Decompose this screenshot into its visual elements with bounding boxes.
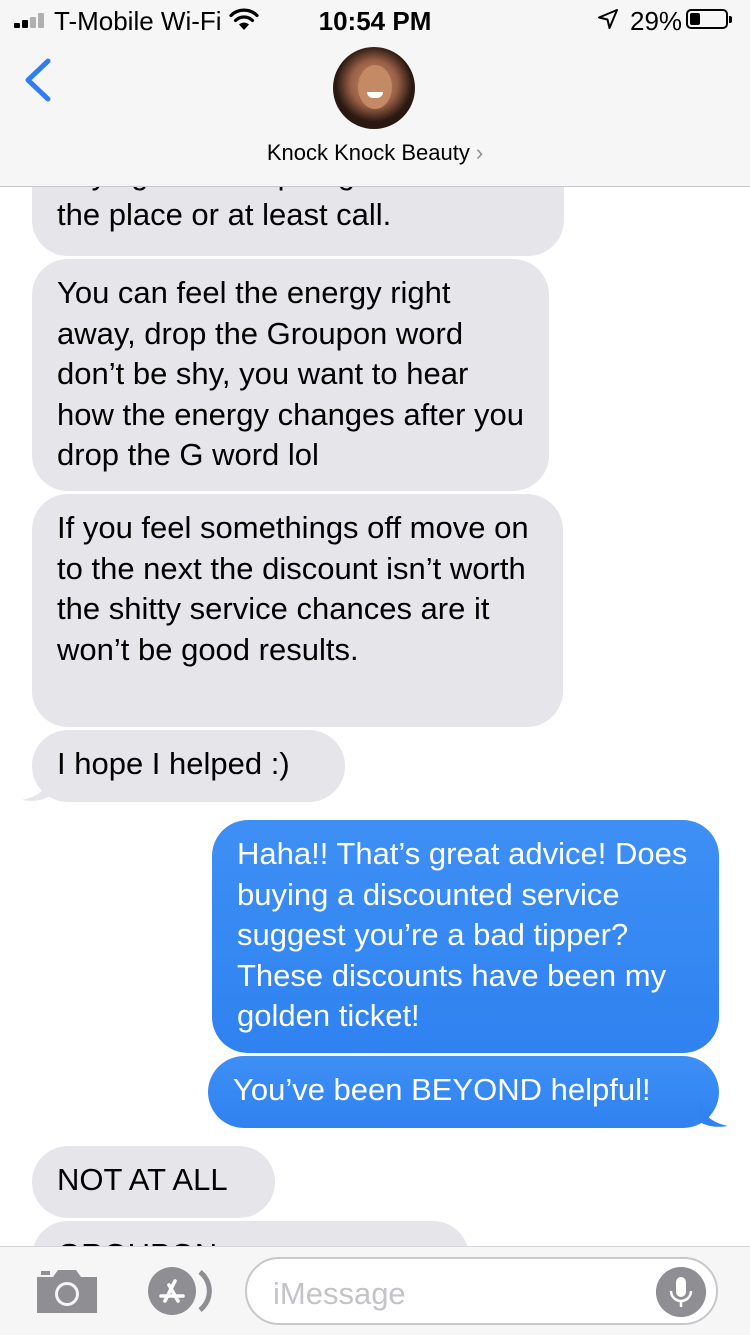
- imessage-field[interactable]: [245, 1257, 718, 1325]
- bubble-tail: [700, 1098, 728, 1127]
- message-bubble-incoming[interactable]: You can feel the energy right away, drop…: [32, 259, 549, 491]
- location-arrow-icon: [598, 9, 618, 29]
- microphone-icon[interactable]: [656, 1267, 706, 1317]
- message-text: NOT AT ALL: [57, 1162, 228, 1197]
- message-text: You can feel the energy right away, drop…: [57, 275, 525, 472]
- battery-icon: [686, 9, 732, 29]
- contact-name-button[interactable]: Knock Knock Beauty ›: [0, 140, 750, 166]
- message-bubble-incoming[interactable]: If you feel somethings off move on to th…: [32, 494, 563, 727]
- message-input[interactable]: [271, 1271, 655, 1317]
- message-bubble-outgoing[interactable]: You’ve been BEYOND helpful!: [208, 1056, 719, 1128]
- status-bar: T-Mobile Wi-Fi 10:54 PM 29%: [0, 0, 750, 40]
- bubble-tail: [22, 772, 50, 801]
- camera-icon[interactable]: [33, 1267, 101, 1315]
- app-store-icon[interactable]: [140, 1264, 212, 1318]
- chevron-right-icon: ›: [475, 140, 484, 165]
- message-bubble-incoming[interactable]: NOT AT ALL: [32, 1146, 275, 1218]
- message-text: If you feel somethings off move on to th…: [57, 510, 529, 667]
- back-button[interactable]: [18, 55, 58, 105]
- battery-percentage: 29%: [630, 6, 683, 36]
- message-input-bar: [0, 1246, 750, 1335]
- message-text: I hope I helped :): [57, 746, 290, 781]
- message-bubble-outgoing[interactable]: Haha!! That’s great advice! Does buying …: [212, 820, 719, 1053]
- message-text: You’ve been BEYOND helpful!: [233, 1072, 651, 1107]
- message-text: Haha!! That’s great advice! Does buying …: [237, 836, 688, 1033]
- message-thread[interactable]: buying the Groupon go check out the plac…: [0, 0, 750, 1334]
- message-bubble-incoming[interactable]: I hope I helped :): [32, 730, 345, 802]
- contact-avatar[interactable]: [333, 47, 415, 129]
- contact-name: Knock Knock Beauty: [266, 140, 470, 165]
